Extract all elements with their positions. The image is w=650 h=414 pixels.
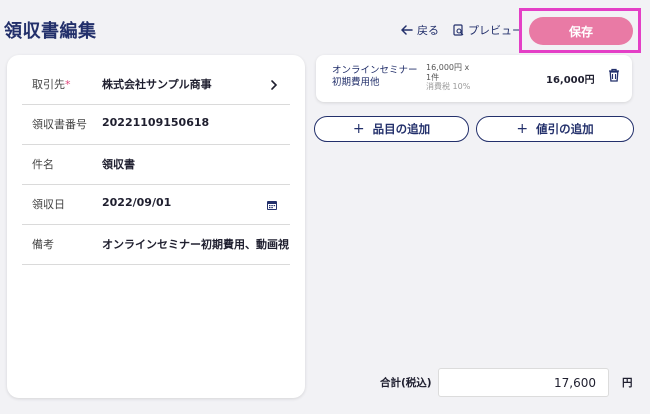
item-quantity: 1件 xyxy=(426,72,440,82)
add-item-label: 品目の追加 xyxy=(372,122,431,136)
required-mark: * xyxy=(65,78,71,91)
receipt-date-label: 領収日 xyxy=(32,198,65,211)
back-button[interactable]: 戻る xyxy=(401,22,439,38)
add-item-button[interactable]: + 品目の追加 xyxy=(314,116,469,142)
receipt-form-card: 取引先* 株式会社サンプル商事 領収書番号 20221109150618 件名 … xyxy=(7,55,305,398)
preview-icon xyxy=(453,24,464,36)
total-label: 合計(税込) xyxy=(380,377,432,389)
remarks-label: 備考 xyxy=(32,238,54,251)
back-label: 戻る xyxy=(417,24,439,37)
total-unit: 円 xyxy=(622,377,633,389)
calendar-icon[interactable] xyxy=(266,196,278,215)
subject-label: 件名 xyxy=(32,158,54,171)
total-field: 17,600 xyxy=(438,368,609,397)
form-row-receipt-number[interactable]: 領収書番号 20221109150618 xyxy=(22,104,290,145)
form-row-client[interactable]: 取引先* 株式会社サンプル商事 xyxy=(22,64,290,105)
plus-icon: + xyxy=(516,121,529,137)
total-value: 17,600 xyxy=(554,376,596,390)
line-item-card[interactable]: オンラインセミナー 初期費用他 16,000円 x 1件 消費税 10% 16,… xyxy=(316,55,632,102)
save-button[interactable]: 保存 xyxy=(529,17,633,45)
trash-icon[interactable] xyxy=(608,67,620,86)
chevron-right-icon[interactable] xyxy=(270,76,278,95)
form-row-subject[interactable]: 件名 領収書 xyxy=(22,144,290,185)
item-name-line1: オンラインセミナー xyxy=(332,65,418,76)
form-row-receipt-date[interactable]: 領収日 2022/09/01 xyxy=(22,184,290,225)
add-discount-button[interactable]: + 値引の追加 xyxy=(476,116,634,142)
item-unit-price: 16,000円 x xyxy=(426,63,470,72)
receipt-number-value: 20221109150618 xyxy=(102,116,210,129)
client-value: 株式会社サンプル商事 xyxy=(102,78,212,91)
subject-value: 領収書 xyxy=(102,158,135,171)
item-name-line2: 初期費用他 xyxy=(332,77,380,88)
add-discount-label: 値引の追加 xyxy=(536,122,594,136)
page-title: 領収書編集 xyxy=(4,21,97,42)
plus-icon: + xyxy=(352,121,365,137)
form-row-remarks[interactable]: 備考 オンラインセミナー初期費用、動画視 xyxy=(22,224,290,265)
client-label: 取引先 xyxy=(32,78,65,91)
preview-label: プレビュー xyxy=(468,24,523,37)
item-tax: 消費税 10% xyxy=(426,82,471,91)
receipt-date-value: 2022/09/01 xyxy=(102,196,172,209)
arrow-left-icon xyxy=(401,25,413,35)
receipt-number-label: 領収書番号 xyxy=(32,118,87,131)
item-amount: 16,000円 xyxy=(546,75,595,86)
preview-button[interactable]: プレビュー xyxy=(453,22,523,38)
remarks-value: オンラインセミナー初期費用、動画視 xyxy=(102,238,289,251)
